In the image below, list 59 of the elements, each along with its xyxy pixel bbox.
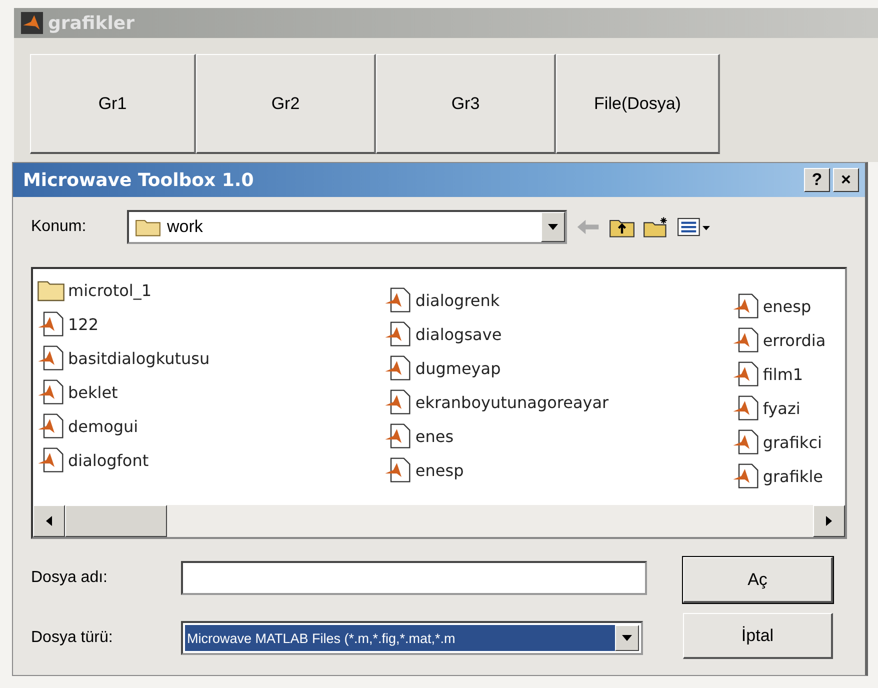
- matlab-file-icon: [732, 463, 760, 489]
- matlab-file-icon: [384, 457, 412, 483]
- help-button[interactable]: ?: [804, 168, 830, 192]
- left-arrow-icon[interactable]: [46, 516, 52, 526]
- matlab-file-icon: [384, 423, 412, 449]
- file-item[interactable]: enesp: [732, 289, 841, 323]
- window-title: grafikler: [48, 12, 134, 34]
- file-item[interactable]: film1: [732, 357, 841, 391]
- matlab-file-icon: [732, 293, 760, 319]
- new-folder-icon[interactable]: [643, 216, 669, 238]
- file-item[interactable]: dialogfont: [37, 443, 384, 477]
- toolbar-button[interactable]: Gr1: [30, 54, 196, 154]
- matlab-file-icon: [37, 447, 65, 473]
- file-item[interactable]: enes: [384, 419, 732, 453]
- matlab-file-icon: [37, 311, 65, 337]
- toolbar-button[interactable]: File(Dosya): [556, 54, 720, 154]
- scroll-thumb[interactable]: [65, 505, 167, 537]
- file-item[interactable]: basitdialogkutusu: [37, 341, 384, 375]
- matlab-file-icon: [384, 389, 412, 415]
- file-item[interactable]: enesp: [384, 453, 732, 487]
- matlab-file-icon: [37, 413, 65, 439]
- file-item[interactable]: grafikci: [732, 425, 841, 459]
- matlab-file-icon: [732, 429, 760, 455]
- filetype-label: Dosya türü:: [31, 629, 114, 647]
- location-dropdown[interactable]: work: [127, 210, 567, 244]
- matlab-file-icon: [732, 361, 760, 387]
- file-item[interactable]: dugmeyap: [384, 351, 732, 385]
- file-item[interactable]: dialogsave: [384, 317, 732, 351]
- dialog-title: Microwave Toolbox 1.0: [23, 170, 255, 190]
- file-item[interactable]: ekranboyutunagoreayar: [384, 385, 732, 419]
- file-item[interactable]: microtol_1: [37, 273, 384, 307]
- matlab-file-icon: [732, 327, 760, 353]
- view-menu-icon[interactable]: [677, 216, 711, 238]
- toolbar-button[interactable]: Gr3: [376, 54, 556, 154]
- filename-field[interactable]: [181, 561, 647, 595]
- file-item[interactable]: demogui: [37, 409, 384, 443]
- right-arrow-icon[interactable]: [826, 516, 832, 526]
- matlab-file-icon: [384, 355, 412, 381]
- matlab-file-icon: [384, 321, 412, 347]
- close-button[interactable]: ×: [833, 168, 859, 192]
- filetype-dropdown[interactable]: Microwave MATLAB Files (*.m,*.fig,*.mat,*.m: [181, 621, 643, 655]
- open-button[interactable]: Aç: [683, 557, 833, 603]
- file-item[interactable]: beklet: [37, 375, 384, 409]
- file-item[interactable]: dialogrenk: [384, 283, 732, 317]
- matlab-file-icon: [384, 287, 412, 313]
- matlab-file-icon: [732, 395, 760, 421]
- filename-label: Dosya adı:: [31, 569, 108, 587]
- matlab-file-icon: [37, 345, 65, 371]
- horizontal-scrollbar[interactable]: [33, 505, 845, 537]
- cancel-button[interactable]: İptal: [683, 613, 833, 659]
- matlab-logo-icon: [20, 12, 44, 34]
- file-item[interactable]: 122: [37, 307, 384, 341]
- file-item[interactable]: errordia: [732, 323, 841, 357]
- toolbar-button[interactable]: Gr2: [196, 54, 376, 154]
- matlab-file-icon: [37, 379, 65, 405]
- file-item[interactable]: grafikle: [732, 459, 841, 493]
- file-item[interactable]: fyazi: [732, 391, 841, 425]
- folder-icon: [135, 217, 161, 237]
- location-label: Konum:: [31, 218, 88, 236]
